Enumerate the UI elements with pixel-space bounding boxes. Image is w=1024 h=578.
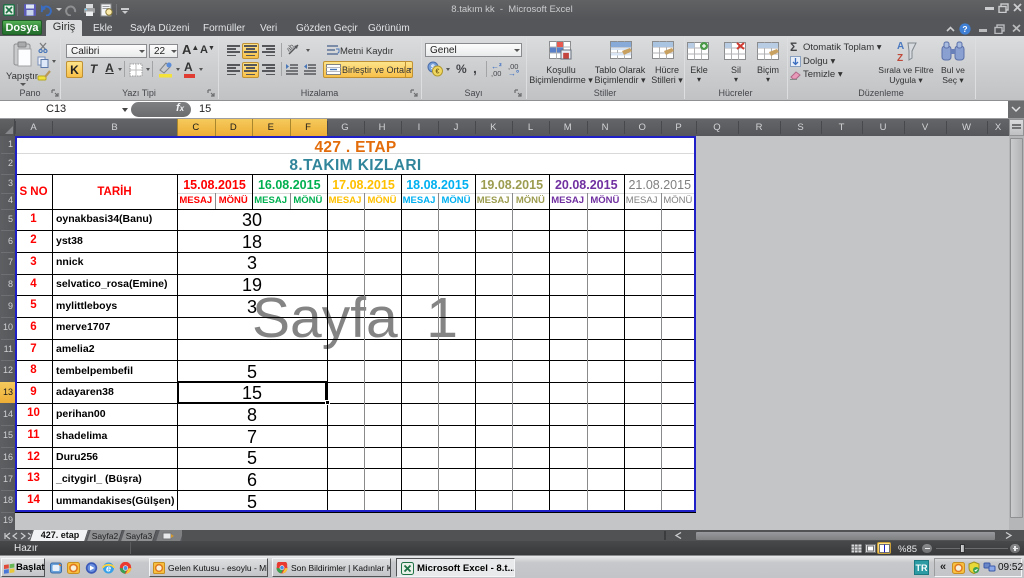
svg-text:€: € — [436, 69, 440, 76]
svg-text:Z: Z — [897, 53, 903, 63]
svg-text:▦: ▦ — [563, 53, 570, 60]
svg-text:A: A — [897, 41, 904, 52]
svg-text:ab: ab — [286, 43, 296, 54]
svg-text:?: ? — [962, 24, 967, 34]
svg-text:e: e — [106, 564, 111, 574]
